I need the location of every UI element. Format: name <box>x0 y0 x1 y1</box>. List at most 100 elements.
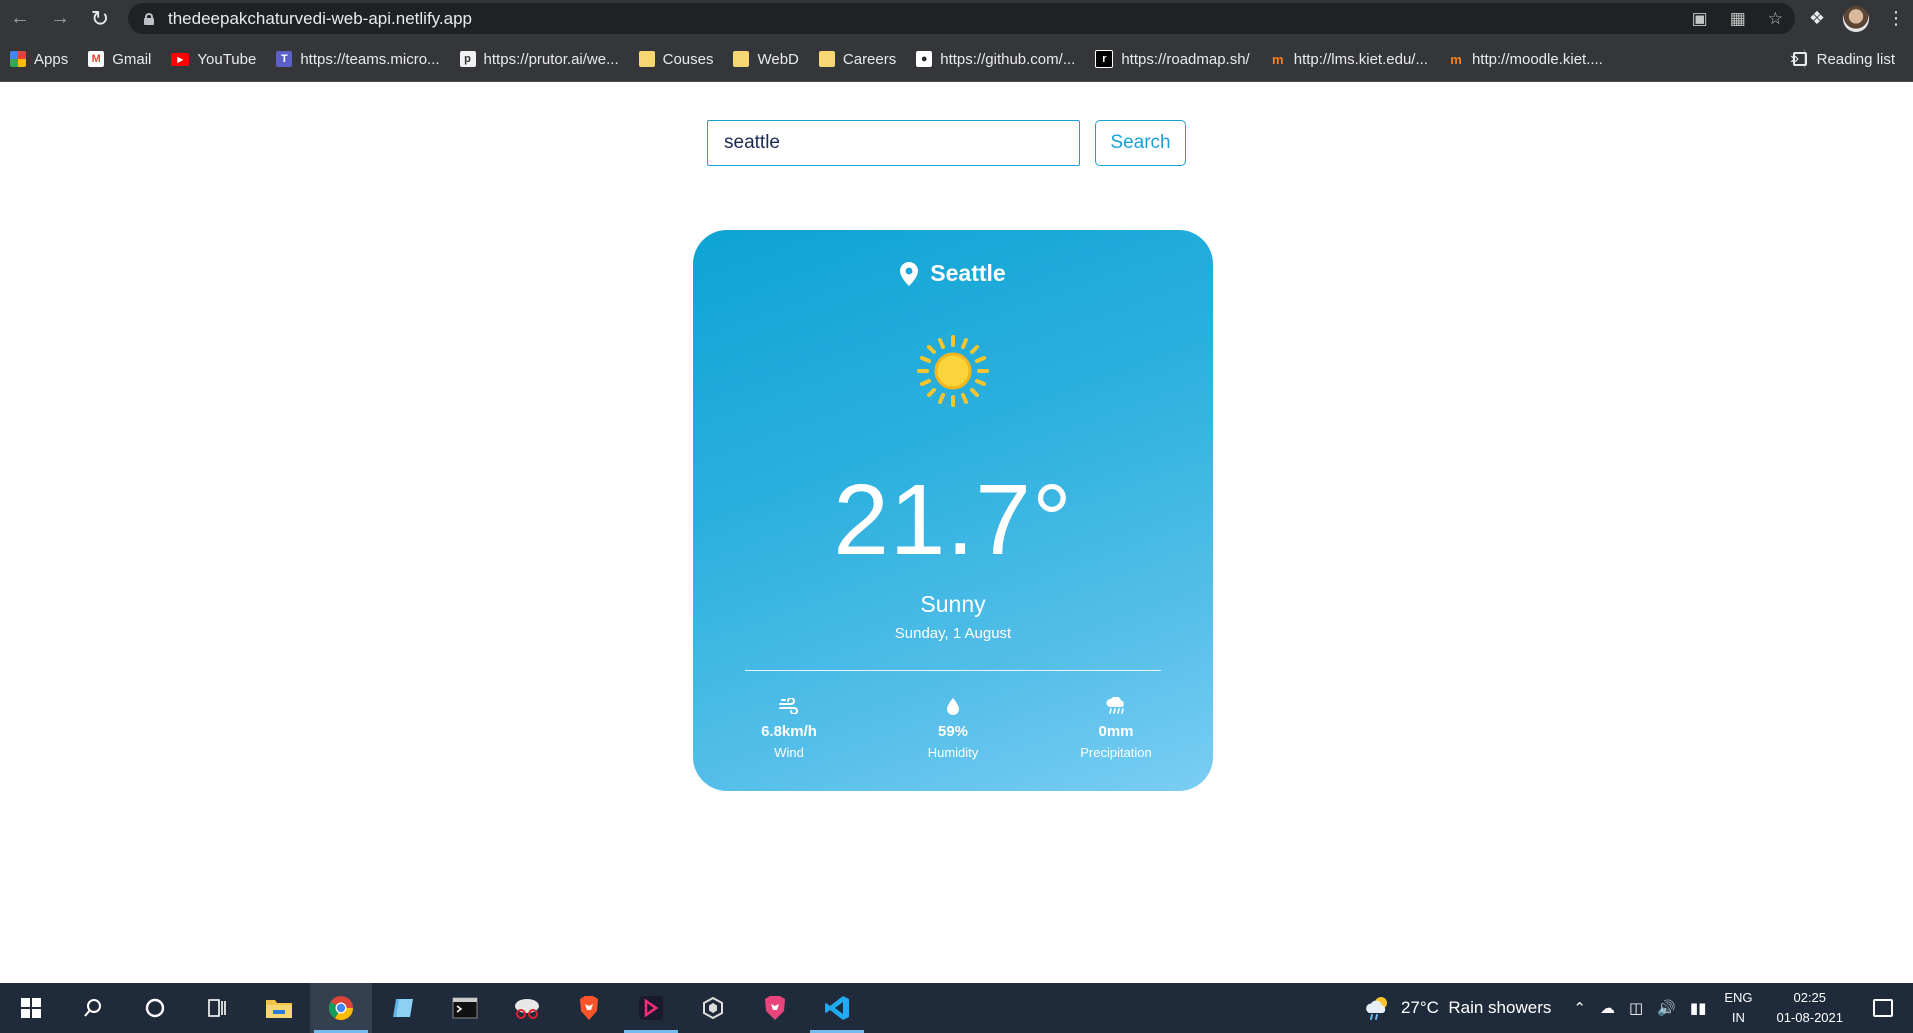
folder-icon <box>733 51 750 67</box>
brave-browser-icon[interactable] <box>558 983 620 1033</box>
apps-grid-icon <box>10 51 26 67</box>
chevron-up-icon[interactable]: ⌃ <box>1573 999 1586 1017</box>
bookmarks-bar: Apps M Gmail ▶ YouTube T https://teams.m… <box>0 37 1913 82</box>
humidity-value: 59% <box>937 723 969 740</box>
taskbar-weather-widget[interactable]: 27°C Rain showers <box>1363 995 1551 1021</box>
cortana-icon[interactable] <box>124 983 186 1033</box>
folder-icon <box>818 51 835 67</box>
cast-icon[interactable]: ▣ <box>1692 9 1708 29</box>
menu-kebab-icon[interactable]: ⋮ <box>1887 8 1905 29</box>
bookmark-label: http://lms.kiet.edu/... <box>1293 50 1428 68</box>
network-icon[interactable]: ◫ <box>1629 999 1643 1017</box>
droplet-icon <box>947 697 959 715</box>
search-icon[interactable] <box>62 983 124 1033</box>
bookmark-folder-careers[interactable]: Careers <box>809 37 906 81</box>
bookmark-moodle[interactable]: m http://moodle.kiet.... <box>1438 37 1613 81</box>
windows-logo-icon <box>21 998 41 1018</box>
file-explorer-icon[interactable] <box>248 983 310 1033</box>
start-button[interactable] <box>0 983 62 1033</box>
weather-condition: Sunny <box>920 591 986 617</box>
bookmark-prutor[interactable]: p https://prutor.ai/we... <box>450 37 629 81</box>
card-divider <box>745 670 1161 671</box>
bookmark-apps[interactable]: Apps <box>0 37 78 81</box>
bookmark-label: Careers <box>842 50 897 68</box>
bookmark-folder-couses[interactable]: Couses <box>629 37 724 81</box>
bookmark-label: https://prutor.ai/we... <box>483 50 619 68</box>
bookmark-lms[interactable]: m http://lms.kiet.edu/... <box>1260 37 1438 81</box>
unity-icon[interactable] <box>682 983 744 1033</box>
youtube-icon: ▶ <box>171 52 190 66</box>
stat-precipitation: 0mm Precipitation <box>1036 695 1196 760</box>
bookmark-star-icon[interactable]: ☆ <box>1768 9 1783 29</box>
reading-list-button[interactable]: Reading list <box>1792 37 1895 81</box>
volume-icon[interactable]: 🔊 <box>1657 999 1676 1017</box>
brave-beta-icon[interactable] <box>744 983 806 1033</box>
extensions-icon[interactable]: ❖ <box>1809 8 1825 29</box>
onedrive-cloud-icon[interactable]: ☁ <box>1600 999 1615 1017</box>
github-icon: ● <box>916 51 933 67</box>
prutor-icon: p <box>459 51 476 67</box>
reload-icon[interactable]: ↻ <box>80 0 120 37</box>
qr-code-icon[interactable]: ▦ <box>1730 9 1746 29</box>
bookmark-youtube[interactable]: ▶ YouTube <box>161 37 266 81</box>
chrome-taskbar-icon[interactable] <box>310 983 372 1033</box>
bookmark-label: https://roadmap.sh/ <box>1121 50 1250 68</box>
temperature: 21.7° <box>833 464 1073 576</box>
sun-icon <box>917 335 989 407</box>
gmail-icon: M <box>88 51 105 67</box>
media-app-icon[interactable] <box>620 983 682 1033</box>
url-text[interactable]: thedeepakchaturvedi-web-api.netlify.app <box>168 9 472 29</box>
search-input[interactable] <box>707 120 1080 166</box>
bookmark-label: Gmail <box>112 50 152 68</box>
bookmark-teams[interactable]: T https://teams.micro... <box>266 37 449 81</box>
address-bar[interactable]: thedeepakchaturvedi-web-api.netlify.app … <box>128 3 1795 34</box>
bookmark-roadmap[interactable]: r https://roadmap.sh/ <box>1085 37 1259 81</box>
vscode-icon[interactable] <box>806 983 868 1033</box>
taskbar-weather-text: 27°C Rain showers <box>1400 998 1552 1017</box>
weather-card: Seattle 21.7° Sunny Sunday, 1 August 6.8… <box>693 230 1213 791</box>
stat-wind: 6.8km/h Wind <box>709 695 869 760</box>
location-header: Seattle <box>693 260 1213 287</box>
clock-time: 02:25 <box>1793 990 1827 1005</box>
snipping-tool-icon[interactable] <box>496 983 558 1033</box>
battery-icon[interactable]: ▮▮ <box>1690 999 1707 1017</box>
reading-list-label: Reading list <box>1816 50 1895 68</box>
lang-code: ENG <box>1724 990 1753 1005</box>
system-tray: 27°C Rain showers ⌃ ☁ ◫ 🔊 ▮▮ ENG IN 02:2… <box>1363 983 1913 1033</box>
moodle-icon: m <box>1450 51 1462 67</box>
weather-date: Sunday, 1 August <box>894 625 1012 642</box>
bookmark-label: https://github.com/... <box>940 50 1076 68</box>
search-button[interactable]: Search <box>1095 120 1186 166</box>
bookmark-github[interactable]: ● https://github.com/... <box>906 37 1085 81</box>
precipitation-value: 0mm <box>1098 723 1134 740</box>
location-pin-icon <box>900 261 919 286</box>
notification-center-icon[interactable] <box>1873 999 1893 1017</box>
wind-icon <box>779 698 798 714</box>
lock-icon[interactable] <box>144 12 154 25</box>
taskbar: 27°C Rain showers ⌃ ☁ ◫ 🔊 ▮▮ ENG IN 02:2… <box>0 983 1913 1033</box>
bookmark-label: https://teams.micro... <box>300 50 440 68</box>
terminal-icon[interactable] <box>434 983 496 1033</box>
wind-label: Wind <box>774 745 804 760</box>
rain-cloud-icon <box>1106 697 1124 714</box>
forward-icon[interactable]: → <box>40 0 80 37</box>
profile-avatar[interactable] <box>1843 5 1869 32</box>
bookmark-label: Couses <box>662 50 714 68</box>
notepad-icon[interactable] <box>372 983 434 1033</box>
browser-toolbar: ← → ↻ thedeepakchaturvedi-web-api.netlif… <box>0 0 1913 37</box>
language-indicator[interactable]: ENG IN <box>1724 988 1752 1028</box>
bookmark-label: Apps <box>34 50 69 68</box>
city-name: Seattle <box>930 260 1006 286</box>
humidity-label: Humidity <box>927 745 979 760</box>
task-view-icon[interactable] <box>186 983 248 1033</box>
back-icon[interactable]: ← <box>0 0 40 37</box>
clock-date: 01-08-2021 <box>1776 1010 1844 1025</box>
roadmap-icon: r <box>1095 50 1114 68</box>
bookmark-label: WebD <box>757 50 799 68</box>
clock[interactable]: 02:25 01-08-2021 <box>1777 988 1844 1028</box>
bookmark-gmail[interactable]: M Gmail <box>78 37 161 81</box>
stat-humidity: 59% Humidity <box>873 695 1033 760</box>
bookmark-label: YouTube <box>197 50 257 68</box>
bookmark-folder-webd[interactable]: WebD <box>723 37 808 81</box>
bookmark-label: http://moodle.kiet.... <box>1471 50 1603 68</box>
